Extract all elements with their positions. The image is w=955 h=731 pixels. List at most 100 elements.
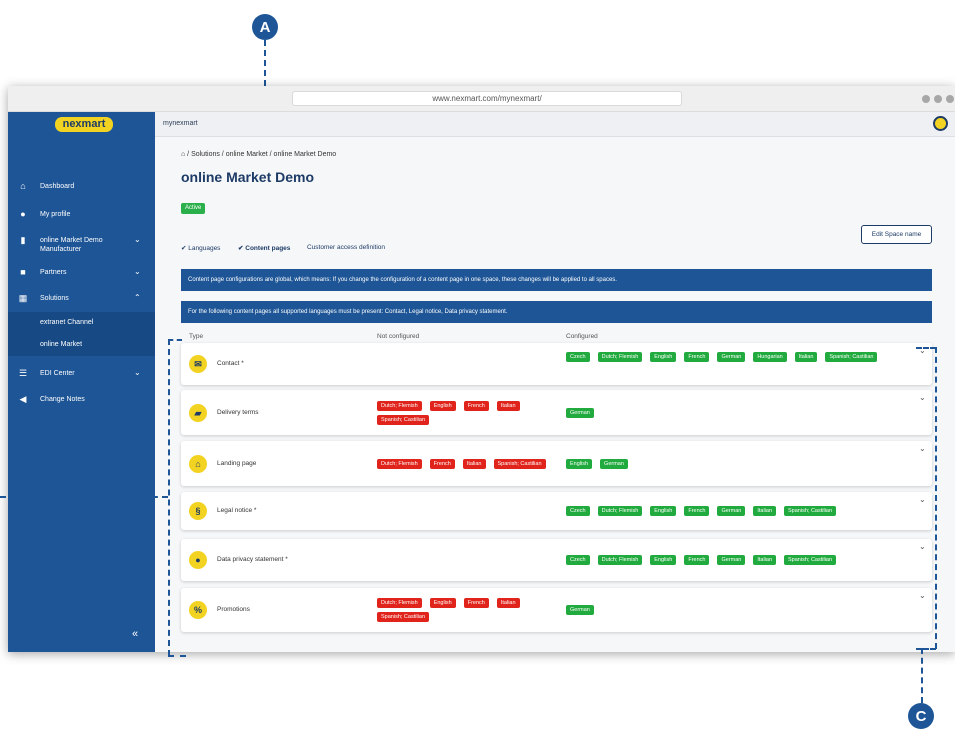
chevron-down-icon[interactable]: ⌄ [919,444,926,453]
configured-tags: Czech Dutch; Flemish English French German It… [566,506,896,516]
language-tag-configured: Czech [566,506,590,516]
window-close-icon[interactable] [946,95,954,103]
chevron-down-icon[interactable]: ⌄ [919,495,926,504]
user-icon: ● [20,209,26,219]
paragraph-icon: § [189,502,207,520]
language-tag-missing: French [463,598,489,608]
bracket-configured-line [935,347,937,649]
language-tag-configured: French [684,555,710,565]
row-type-label: Landing page [217,459,257,467]
avatar[interactable] [933,116,948,131]
window-dot-icon[interactable] [934,95,942,103]
home-icon: ⌂ [189,454,207,473]
language-tag-missing: Spanish; Castilian [377,612,430,622]
sidebar-item-label: EDI Center [40,370,75,377]
tab-languages[interactable]: ✔ Languages [181,244,220,252]
language-tag-missing: Italian [496,400,520,411]
configured-tags: Czech Dutch; Flemish English French German Hu… [566,352,896,362]
collapse-sidebar-icon[interactable]: « [132,628,138,640]
language-tag-configured: English [650,506,677,516]
status-badge: Active [181,203,206,214]
bracket-type-top [168,339,182,341]
browser-window: www.nexmart.com/mynexmart/ nexmart ⌂ Das… [8,86,955,652]
language-tag-missing: English [429,598,456,608]
language-tag-configured: German [566,605,594,615]
language-tag-missing: Spanish; Castilian [493,458,546,469]
content-page-row[interactable]: § Legal notice * Czech Dutch; Flemish Englis… [181,492,932,530]
language-tag-configured: Spanish; Castilian [784,506,837,516]
configured-tags: Czech Dutch; Flemish English French German It… [566,555,896,565]
language-tag-configured: English [566,458,593,469]
language-tag-configured: English [650,352,677,362]
language-tag-configured: French [684,352,710,362]
tab-content-pages[interactable]: ✔ Content pages [238,244,290,252]
sidebar: nexmart ⌂ Dashboard ● My profile ▮ onlin… [8,112,155,652]
configured-tags: German [566,605,896,615]
sidebar-subitem-online-market[interactable]: online Market [8,334,155,356]
header-title[interactable]: mynexmart [163,120,198,127]
chevron-up-icon: ⌃ [134,293,141,302]
info-banner: Content page configurations are global, … [181,269,932,291]
configured-tags: English German [566,458,896,469]
language-tag-missing: Dutch; Flemish [377,400,422,411]
column-header-type: Type [189,333,204,340]
envelope-icon: ✉ [189,355,207,373]
language-tag-missing: Dutch; Flemish [377,458,422,469]
content-page-row[interactable]: % Promotions Dutch; Flemish English French It… [181,588,932,632]
language-tag-configured: Italian [753,555,777,565]
column-header-configured: Configured [566,333,598,340]
language-tag-configured: Dutch; Flemish [597,506,643,516]
top-header: mynexmart [155,112,955,137]
not-configured-tags: Dutch; Flemish English French Italian Spanis… [377,598,557,622]
figure: A www.nexmart.com/mynexmart/ nexmart ⌂ D… [0,0,955,731]
language-tag-configured: German [600,458,628,469]
language-tag-configured: Czech [566,352,590,362]
list-icon: ☰ [18,368,28,378]
language-tag-configured: English [650,555,677,565]
language-tag-configured: Spanish; Castilian [825,352,878,362]
tab-customer-access-definition[interactable]: Customer access definition [307,244,385,251]
content-page-row[interactable]: ⌂ Landing page Dutch; Flemish French Italian… [181,441,932,486]
callout-a-label: A [259,18,271,36]
sidebar-item-label: Partners [40,269,67,276]
browser-titlebar: www.nexmart.com/mynexmart/ [8,86,955,112]
language-tag-configured: Hungarian [753,352,787,362]
language-tag-missing: Spanish; Castilian [377,414,430,425]
not-configured-tags: Dutch; Flemish French Italian Spanish; Cast… [377,458,557,469]
nexmart-logo[interactable]: nexmart [55,117,113,132]
language-tag-configured: Dutch; Flemish [597,555,643,565]
row-type-label: Contact * [217,360,244,367]
chevron-down-icon[interactable]: ⌄ [919,591,926,600]
users-icon: ● [189,551,207,569]
callout-a: A [252,14,278,40]
edit-space-name-button[interactable]: Edit Space name [861,225,932,244]
language-tag-missing: French [429,458,455,469]
language-tag-missing: Dutch; Flemish [377,598,422,608]
chevron-down-icon[interactable]: ⌄ [919,542,926,551]
language-tag-configured: Czech [566,555,590,565]
chevron-down-icon[interactable]: ⌄ [919,393,926,402]
language-tag-missing: Italian [462,458,486,469]
row-type-label: Promotions [217,606,250,613]
content-page-row[interactable]: ● Data privacy statement * Czech Dutch; Fle… [181,539,932,581]
window-dot-icon[interactable] [922,95,930,103]
content-page-row[interactable]: ▰ Delivery terms Dutch; Flemish English Fren… [181,390,932,435]
callout-c-line [921,648,923,703]
info-banner: For the following content pages all supp… [181,301,932,323]
column-header-not-configured: Not configured [377,333,420,340]
language-tag-configured: Spanish; Castilian [784,555,837,565]
url-bar[interactable]: www.nexmart.com/mynexmart/ [292,91,682,106]
language-tag-configured: Italian [753,506,777,516]
breadcrumb[interactable]: ⌂ / Solutions / online Market / online M… [181,151,336,158]
content-page-row[interactable]: ✉ Contact * Czech Dutch; Flemish English Fren… [181,343,932,385]
language-tag-configured: French [684,506,710,516]
language-tag-configured: German [717,506,746,516]
megaphone-icon: ◀ [19,394,27,404]
language-tag-configured: German [717,352,746,362]
language-tag-configured: Dutch; Flemish [597,352,643,362]
building-icon: ▮ [20,235,26,245]
sidebar-item-label: Change Notes [40,396,85,403]
sidebar-subitem-extranet-channel[interactable]: extranet Channel [8,312,155,334]
grid-icon: ▦ [18,293,28,303]
main-content: ⌂ / Solutions / online Market / online M… [155,137,955,652]
